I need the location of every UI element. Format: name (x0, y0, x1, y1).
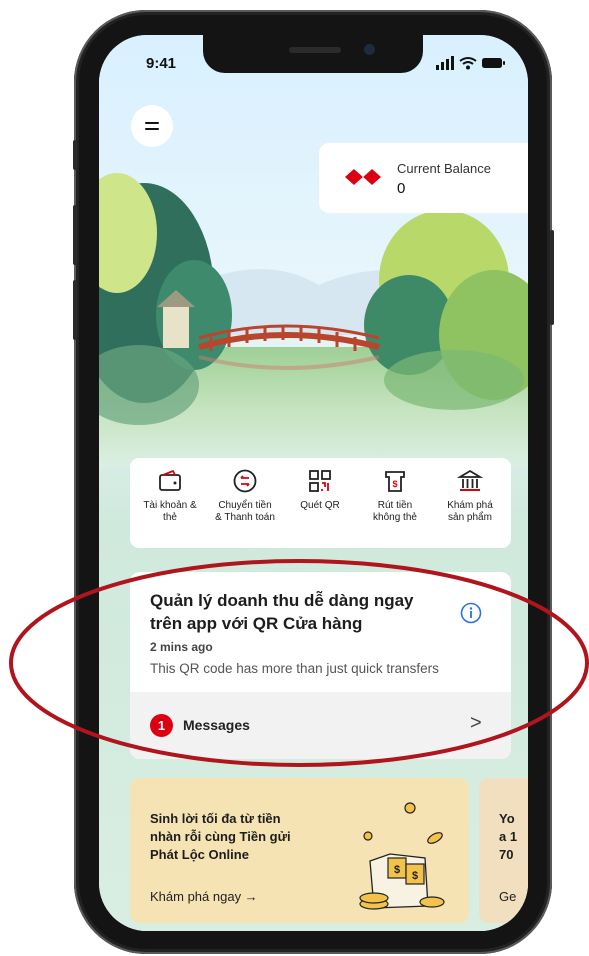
battery-icon (482, 58, 505, 68)
promo-card-next[interactable]: Yo a 1 70 Ge (479, 778, 528, 923)
quick-action-label: thẻ (163, 512, 177, 523)
info-icon[interactable] (460, 602, 482, 624)
quick-action-label: Rút tiền (377, 500, 413, 511)
bank-logo-icon (345, 169, 381, 185)
wallet-icon (159, 469, 181, 491)
quick-action-explore-products[interactable]: Khám phá sản phẩm (432, 468, 508, 524)
quick-action-scan-qr[interactable]: Quét QR (282, 468, 358, 512)
cardless-withdraw-icon: $ (385, 471, 405, 492)
notification-time: 2 mins ago (150, 640, 213, 654)
notification-card[interactable]: Quản lý doanh thu dễ dàng ngay trên app … (130, 572, 511, 759)
quick-action-label: Chuyển tiền (218, 500, 272, 511)
quick-action-label: Khám phá (447, 500, 493, 511)
current-balance-card[interactable]: Current Balance 0 (319, 143, 528, 213)
quick-action-transfer-payment[interactable]: Chuyển tiền & Thanh toán (207, 468, 283, 524)
notch (203, 35, 423, 73)
quick-action-cardless-withdraw[interactable]: $ Rút tiền không thẻ (357, 468, 433, 524)
quick-action-label: Tài khoản & (143, 500, 197, 511)
promo-text: Sinh lời tối đa từ tiền nhàn rỗi cùng Ti… (150, 811, 291, 862)
wifi-icon (459, 57, 477, 65)
promo-cta-link[interactable]: Khám phá ngay → (150, 889, 258, 904)
notification-title: Quản lý doanh thu dễ dàng ngay trên app … (150, 591, 414, 633)
volume-down-button (73, 280, 77, 340)
signal-icon (436, 56, 454, 70)
power-button (550, 230, 554, 325)
front-camera (364, 44, 375, 55)
transfer-icon (233, 469, 257, 493)
volume-up-button (73, 205, 77, 265)
hamburger-icon (145, 122, 159, 130)
chevron-right-icon: > (470, 712, 482, 734)
svg-text:$: $ (392, 479, 397, 489)
bank-icon (457, 469, 483, 491)
message-count-badge: 1 (150, 714, 173, 737)
speaker (289, 47, 341, 53)
quick-actions-panel: Tài khoản & thẻ Chuyển tiền & Thanh toán Q… (130, 458, 511, 548)
promo-card-deposit[interactable]: Sinh lời tối đa từ tiền nhàn rỗi cùng Ti… (130, 778, 469, 923)
menu-button[interactable] (131, 105, 173, 147)
quick-action-label: sản phẩm (448, 512, 492, 523)
notification-description: This QR code has more than just quick tr… (150, 661, 439, 676)
promo-text: Yo a 1 70 (499, 811, 518, 862)
messages-label: Messages (183, 717, 250, 733)
quick-action-label: không thẻ (373, 512, 417, 523)
balance-value: 0 (397, 180, 406, 197)
messages-row[interactable]: 1 Messages > (130, 692, 511, 759)
status-time: 9:41 (146, 55, 177, 72)
money-bag-illustration: $ $ (359, 802, 445, 910)
phone-screen: 9:41 Current Balance 0 Tài khoản & thẻ C… (99, 35, 528, 931)
quick-action-label: & Thanh toán (215, 512, 275, 523)
promo-cta-link[interactable]: Ge (499, 889, 516, 904)
svg-text:$: $ (412, 870, 418, 882)
quick-action-label: Quét QR (300, 500, 340, 511)
quick-action-accounts-cards[interactable]: Tài khoản & thẻ (132, 468, 208, 524)
qr-scan-icon (309, 470, 331, 492)
balance-label: Current Balance (397, 161, 491, 176)
status-icons (436, 56, 505, 70)
mute-switch (73, 140, 77, 170)
svg-text:$: $ (394, 864, 400, 876)
